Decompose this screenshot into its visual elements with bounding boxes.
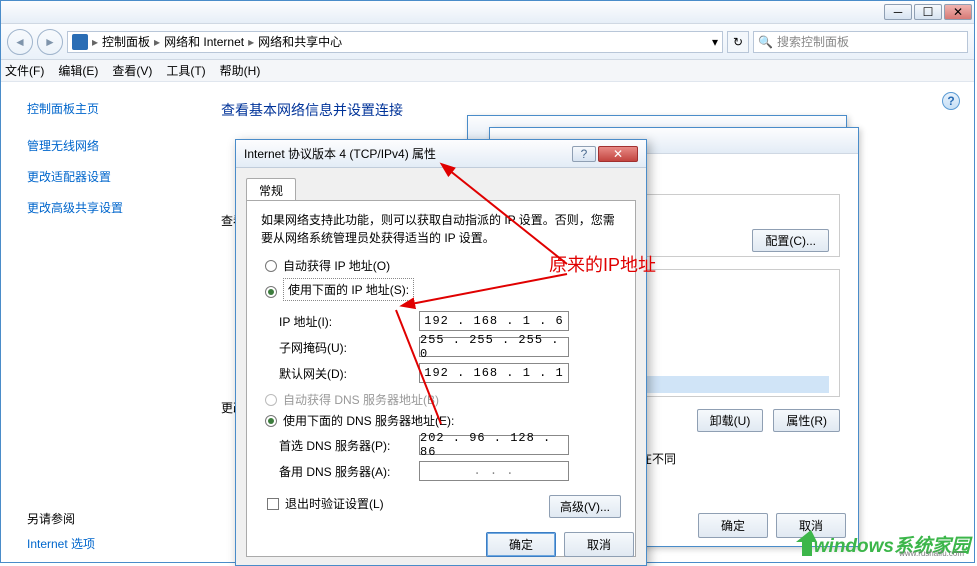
watermark: windows系统家园 www.rushaifu.com xyxy=(796,530,970,558)
radio-manual-ip-label: 使用下面的 IP 地址(S): xyxy=(283,278,414,301)
checkbox-icon xyxy=(267,498,279,510)
search-icon: 🔍 xyxy=(758,35,773,49)
nav-bar: ◄ ► ▸ 控制面板 ▸ 网络和 Internet ▸ 网络和共享中心 ▾ ↻ … xyxy=(1,24,974,60)
dns1-input[interactable]: 202 . 96 . 128 . 86 xyxy=(419,435,569,455)
see-also-header: 另请参阅 xyxy=(27,510,95,527)
radio-manual-dns-label: 使用下面的 DNS 服务器地址(E): xyxy=(283,412,454,429)
dialog-titlebar: Internet 协议版本 4 (TCP/IPv4) 属性 ? ✕ xyxy=(236,140,646,168)
maximize-button[interactable]: ☐ xyxy=(914,4,942,20)
dns1-label: 首选 DNS 服务器(P): xyxy=(279,437,419,454)
sidebar-link-0[interactable]: 管理无线网络 xyxy=(27,137,201,154)
cancel-button[interactable]: 取消 xyxy=(564,532,634,557)
sidebar: 控制面板主页 管理无线网络 更改适配器设置 更改高级共享设置 xyxy=(1,82,201,562)
dropdown-icon[interactable]: ▾ xyxy=(712,35,718,49)
radio-auto-dns-label: 自动获得 DNS 服务器地址(B) xyxy=(283,391,439,408)
ipv4-properties-dialog: Internet 协议版本 4 (TCP/IPv4) 属性 ? ✕ 常规 如果网… xyxy=(235,139,647,566)
see-also-link[interactable]: Internet 选项 xyxy=(27,537,95,551)
menu-bar: 文件(F) 编辑(E) 查看(V) 工具(T) 帮助(H) xyxy=(1,60,974,82)
minimize-button[interactable]: ─ xyxy=(884,4,912,20)
sidebar-link-1[interactable]: 更改适配器设置 xyxy=(27,168,201,185)
radio-icon xyxy=(265,260,277,272)
menu-tools[interactable]: 工具(T) xyxy=(166,62,205,79)
refresh-button[interactable]: ↻ xyxy=(727,31,749,53)
forward-button[interactable]: ► xyxy=(37,29,63,55)
explorer-window: ─ ☐ ✕ ◄ ► ▸ 控制面板 ▸ 网络和 Internet ▸ 网络和共享中… xyxy=(0,0,975,563)
crumb-1[interactable]: 网络和 Internet xyxy=(164,33,244,50)
bg-props-button[interactable]: 属性(R) xyxy=(773,409,840,432)
sidebar-home[interactable]: 控制面板主页 xyxy=(27,100,201,117)
dialog-close-button[interactable]: ✕ xyxy=(598,146,638,162)
watermark-url: www.rushaifu.com xyxy=(899,549,964,558)
titlebar: ─ ☐ ✕ xyxy=(1,1,974,24)
help-icon[interactable]: ? xyxy=(942,92,960,110)
crumb-2[interactable]: 网络和共享中心 xyxy=(258,33,342,50)
dialog-title: Internet 协议版本 4 (TCP/IPv4) 属性 xyxy=(244,145,436,162)
radio-manual-ip[interactable]: 使用下面的 IP 地址(S): xyxy=(265,278,621,305)
radio-icon xyxy=(265,394,277,406)
menu-help[interactable]: 帮助(H) xyxy=(220,62,261,79)
cp-icon xyxy=(72,34,88,50)
crumb-sep: ▸ xyxy=(92,35,98,49)
menu-view[interactable]: 查看(V) xyxy=(112,62,152,79)
ip-label: IP 地址(I): xyxy=(279,313,419,330)
crumb-0[interactable]: 控制面板 xyxy=(102,33,150,50)
radio-auto-ip-label: 自动获得 IP 地址(O) xyxy=(283,257,390,274)
gateway-input[interactable]: 192 . 168 . 1 . 1 xyxy=(419,363,569,383)
tab-general[interactable]: 常规 xyxy=(246,178,296,200)
radio-manual-dns[interactable]: 使用下面的 DNS 服务器地址(E): xyxy=(265,412,621,429)
config-button[interactable]: 配置(C)... xyxy=(752,229,829,252)
ip-address-input[interactable]: 192 . 168 . 1 . 6 xyxy=(419,311,569,331)
radio-auto-dns: 自动获得 DNS 服务器地址(B) xyxy=(265,391,621,408)
intro-text: 如果网络支持此功能，则可以获取自动指派的 IP 设置。否则，您需要从网络系统管理… xyxy=(261,211,621,247)
dialog-help-button[interactable]: ? xyxy=(572,146,596,162)
subnet-mask-input[interactable]: 255 . 255 . 255 . 0 xyxy=(419,337,569,357)
radio-icon xyxy=(265,415,277,427)
bg-ok-button[interactable]: 确定 xyxy=(698,513,768,538)
search-placeholder: 搜索控制面板 xyxy=(777,33,849,50)
address-bar[interactable]: ▸ 控制面板 ▸ 网络和 Internet ▸ 网络和共享中心 ▾ xyxy=(67,31,723,53)
uninstall-button[interactable]: 卸载(U) xyxy=(697,409,764,432)
validate-label: 退出时验证设置(L) xyxy=(285,495,384,512)
sidebar-link-2[interactable]: 更改高级共享设置 xyxy=(27,199,201,216)
close-button[interactable]: ✕ xyxy=(944,4,972,20)
house-icon xyxy=(796,530,826,558)
advanced-button[interactable]: 高级(V)... xyxy=(549,495,621,518)
mask-label: 子网掩码(U): xyxy=(279,339,419,356)
menu-edit[interactable]: 编辑(E) xyxy=(58,62,98,79)
radio-icon xyxy=(265,286,277,298)
see-also: 另请参阅 Internet 选项 xyxy=(27,510,95,552)
dns2-input[interactable]: . . . xyxy=(419,461,569,481)
search-input[interactable]: 🔍 搜索控制面板 xyxy=(753,31,968,53)
menu-file[interactable]: 文件(F) xyxy=(5,62,44,79)
ok-button[interactable]: 确定 xyxy=(486,532,556,557)
dns2-label: 备用 DNS 服务器(A): xyxy=(279,463,419,480)
annotation-text: 原来的IP地址 xyxy=(549,251,656,277)
gateway-label: 默认网关(D): xyxy=(279,365,419,382)
back-button[interactable]: ◄ xyxy=(7,29,33,55)
